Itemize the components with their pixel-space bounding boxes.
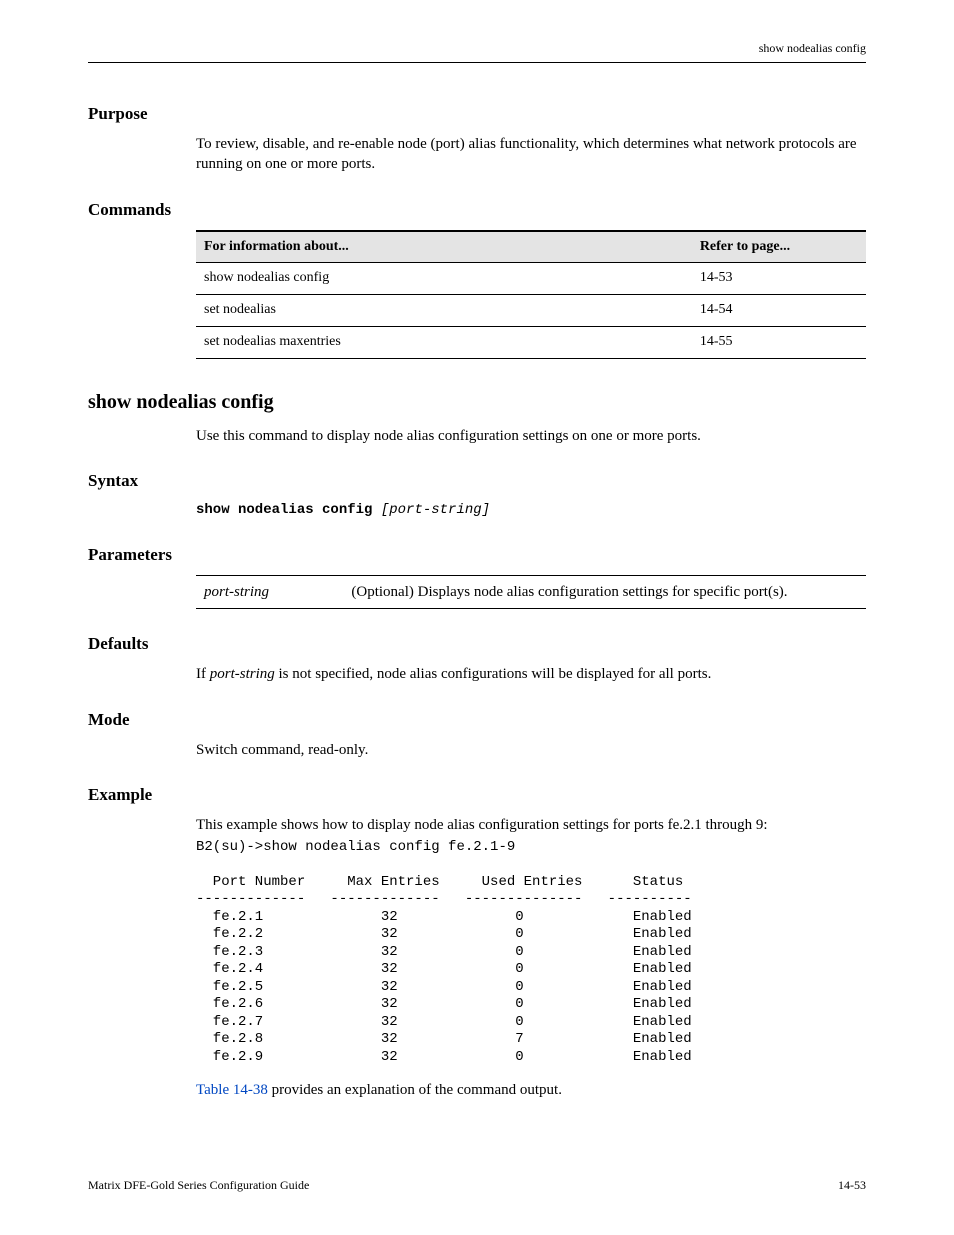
cmd-cell: set nodealias maxentries [196, 327, 692, 359]
defaults-pre: If [196, 666, 210, 682]
purpose-heading: Purpose [88, 103, 866, 126]
running-head: show nodealias config [88, 40, 866, 56]
syntax-line: show nodealias config [port-string] [196, 501, 866, 520]
defaults-heading: Defaults [88, 633, 866, 656]
table-ref-link[interactable]: Table 14-38 [196, 1082, 268, 1098]
commands-header-right: Refer to page... [692, 231, 866, 263]
command-desc: Use this command to display node alias c… [196, 426, 866, 446]
footer-right: 14-53 [838, 1177, 866, 1193]
content-column: Purpose To review, disable, and re-enabl… [196, 103, 866, 1101]
page-cell: 14-55 [692, 327, 866, 359]
commands-heading: Commands [88, 199, 866, 222]
command-title: show nodealias config [88, 389, 866, 416]
example-outro: Table 14-38 provides an explanation of t… [196, 1080, 866, 1100]
commands-header-left: For information about... [196, 231, 692, 263]
parameters-heading: Parameters [88, 544, 866, 567]
footer-left: Matrix DFE-Gold Series Configuration Gui… [88, 1177, 309, 1193]
example-intro: This example shows how to display node a… [196, 815, 866, 835]
table-row: set nodealias maxentries 14-55 [196, 327, 866, 359]
defaults-var: port-string [210, 666, 275, 682]
commands-table: For information about... Refer to page..… [196, 230, 866, 360]
parameters-table: port-string (Optional) Displays node ali… [196, 575, 866, 609]
table-row: port-string (Optional) Displays node ali… [196, 576, 866, 609]
defaults-post: is not specified, node alias configurati… [275, 666, 712, 682]
defaults-text: If port-string is not specified, node al… [196, 664, 866, 684]
cmd-cell: set nodealias [196, 295, 692, 327]
example-output: B2(su)->show nodealias config fe.2.1-9 P… [196, 839, 866, 1067]
param-name: port-string [196, 576, 343, 609]
example-heading: Example [88, 784, 866, 807]
page-footer: Matrix DFE-Gold Series Configuration Gui… [88, 1177, 866, 1193]
page: show nodealias config Purpose To review,… [0, 0, 954, 1235]
outro-rest: provides an explanation of the command o… [268, 1082, 562, 1098]
table-row: set nodealias 14-54 [196, 295, 866, 327]
page-cell: 14-54 [692, 295, 866, 327]
purpose-text: To review, disable, and re-enable node (… [196, 134, 866, 175]
mode-text: Switch command, read-only. [196, 740, 866, 760]
syntax-heading: Syntax [88, 470, 866, 493]
syntax-optional: [port-string] [381, 502, 490, 518]
page-cell: 14-53 [692, 263, 866, 295]
param-desc: (Optional) Displays node alias configura… [343, 576, 866, 609]
table-row: show nodealias config 14-53 [196, 263, 866, 295]
mode-heading: Mode [88, 709, 866, 732]
top-rule [88, 62, 866, 63]
syntax-literal: show nodealias config [196, 502, 372, 518]
cmd-cell: show nodealias config [196, 263, 692, 295]
